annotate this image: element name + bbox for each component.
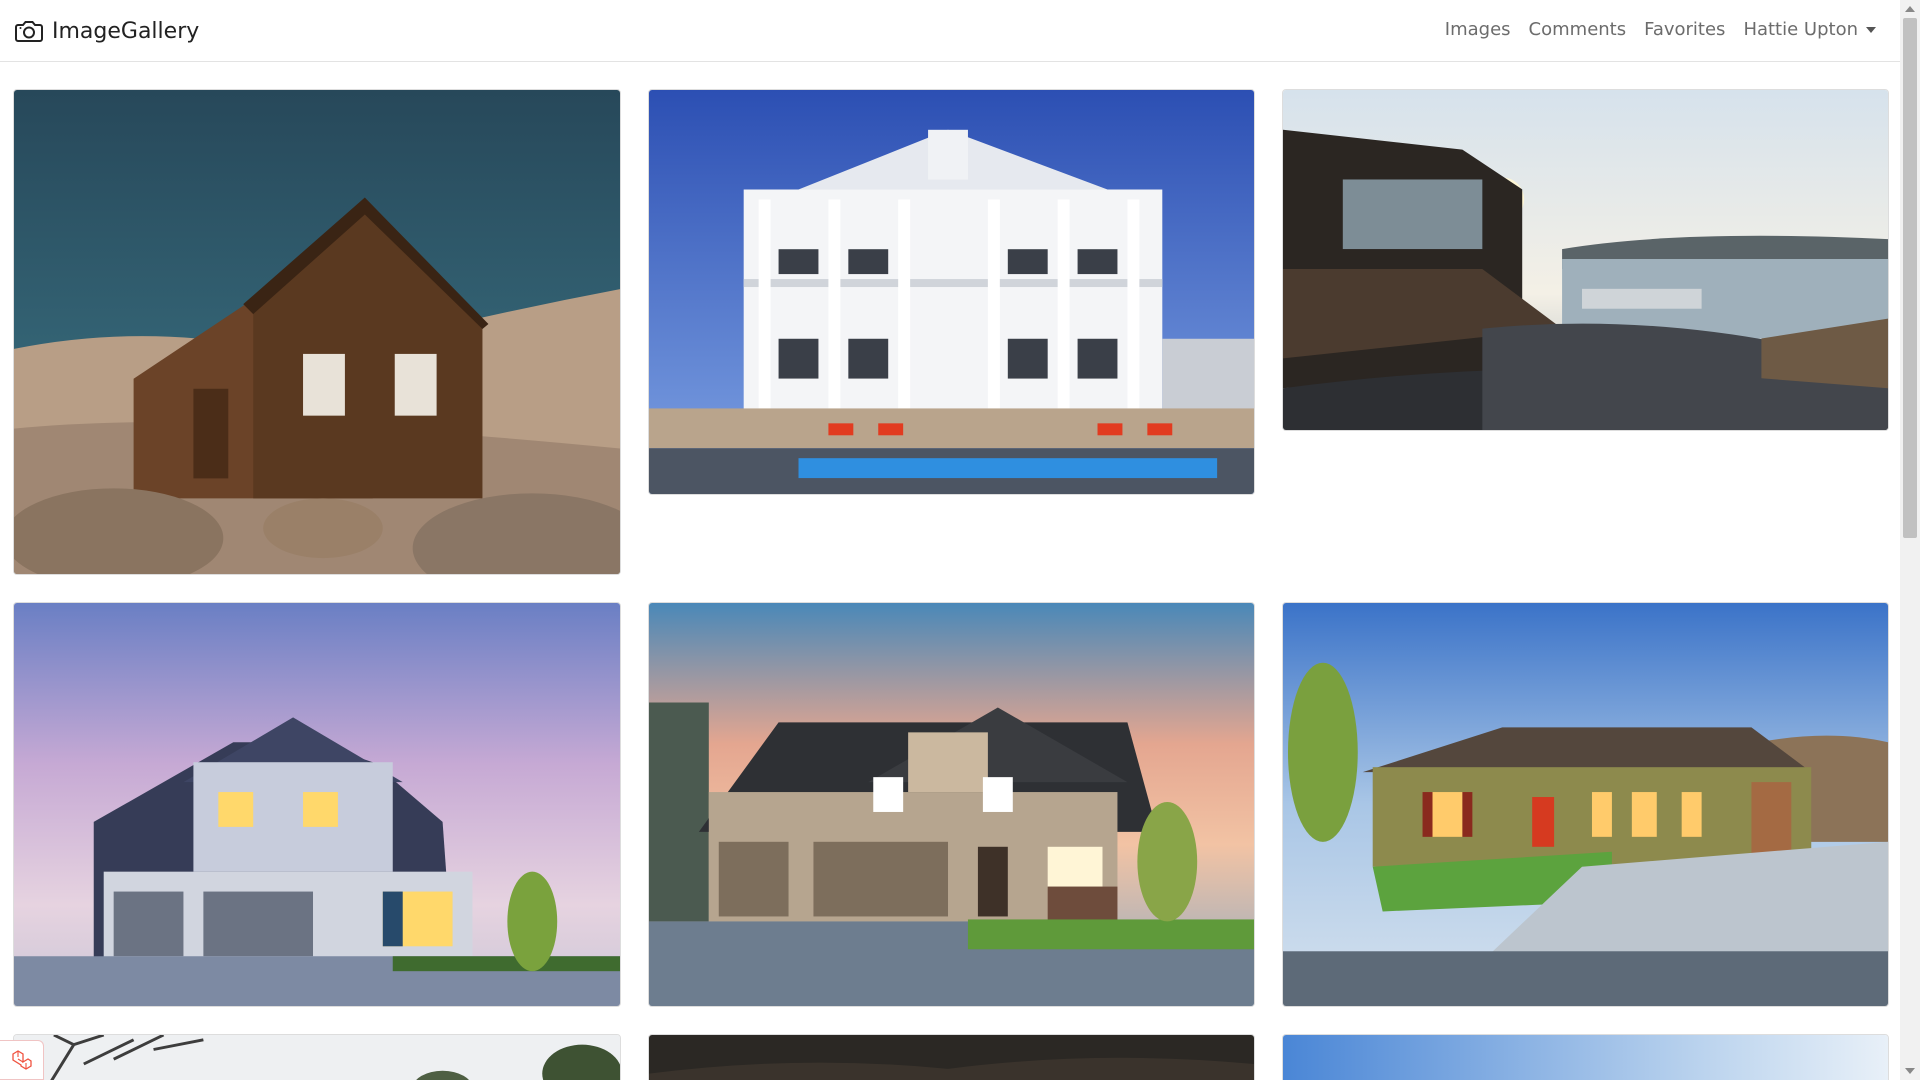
nav-comments-link[interactable]: Comments bbox=[1529, 19, 1627, 40]
wooden-cabin-image bbox=[14, 90, 620, 574]
tree-house-partial-image bbox=[14, 1035, 620, 1080]
scrollbar-thumb[interactable] bbox=[1903, 18, 1917, 538]
user-name: Hattie Upton bbox=[1743, 19, 1858, 40]
arrow-down-icon bbox=[1905, 1068, 1915, 1074]
gallery-image-card[interactable] bbox=[648, 89, 1255, 495]
gallery-image-card[interactable] bbox=[1282, 1034, 1889, 1080]
olive-stucco-house-image bbox=[1283, 603, 1888, 1006]
nav-favorites-link[interactable]: Favorites bbox=[1644, 19, 1725, 40]
scroll-down-arrow[interactable] bbox=[1900, 1062, 1920, 1080]
sky-partial-image bbox=[1283, 1035, 1888, 1080]
arrow-up-icon bbox=[1905, 6, 1915, 12]
caret-down-icon bbox=[1866, 26, 1876, 33]
camera-icon bbox=[15, 21, 43, 42]
gallery-image-card[interactable] bbox=[648, 1034, 1255, 1080]
gallery-image-card[interactable] bbox=[13, 602, 621, 1007]
brand-link[interactable]: ImageGallery bbox=[14, 16, 199, 46]
top-navbar: ImageGallery Images Comments Favorites H… bbox=[0, 0, 1900, 62]
page: ImageGallery Images Comments Favorites H… bbox=[0, 0, 1920, 1080]
nav-links: Images Comments Favorites Hattie Upton bbox=[1445, 19, 1876, 40]
scroll-up-arrow[interactable] bbox=[1900, 0, 1920, 18]
beige-house-sunset-image bbox=[649, 603, 1254, 1006]
vertical-scrollbar[interactable] bbox=[1900, 0, 1920, 1080]
dark-forest-partial-image bbox=[649, 1035, 1254, 1080]
gallery-image-card[interactable] bbox=[1282, 602, 1889, 1007]
modern-villa-lake-image bbox=[1283, 90, 1888, 430]
gallery-image-card[interactable] bbox=[648, 602, 1255, 1007]
user-dropdown-toggle[interactable]: Hattie Upton bbox=[1743, 19, 1876, 40]
white-plantation-house-image bbox=[649, 90, 1254, 494]
laravel-icon bbox=[11, 1050, 32, 1070]
gallery-image-card[interactable] bbox=[13, 1034, 621, 1080]
gallery-image-card[interactable] bbox=[13, 89, 621, 575]
nav-images-link[interactable]: Images bbox=[1445, 19, 1511, 40]
gallery-image-card[interactable] bbox=[1282, 89, 1889, 431]
debugbar-toggle[interactable] bbox=[0, 1040, 44, 1080]
brand-name: ImageGallery bbox=[52, 18, 200, 44]
blue-suburban-house-image bbox=[14, 603, 620, 1006]
